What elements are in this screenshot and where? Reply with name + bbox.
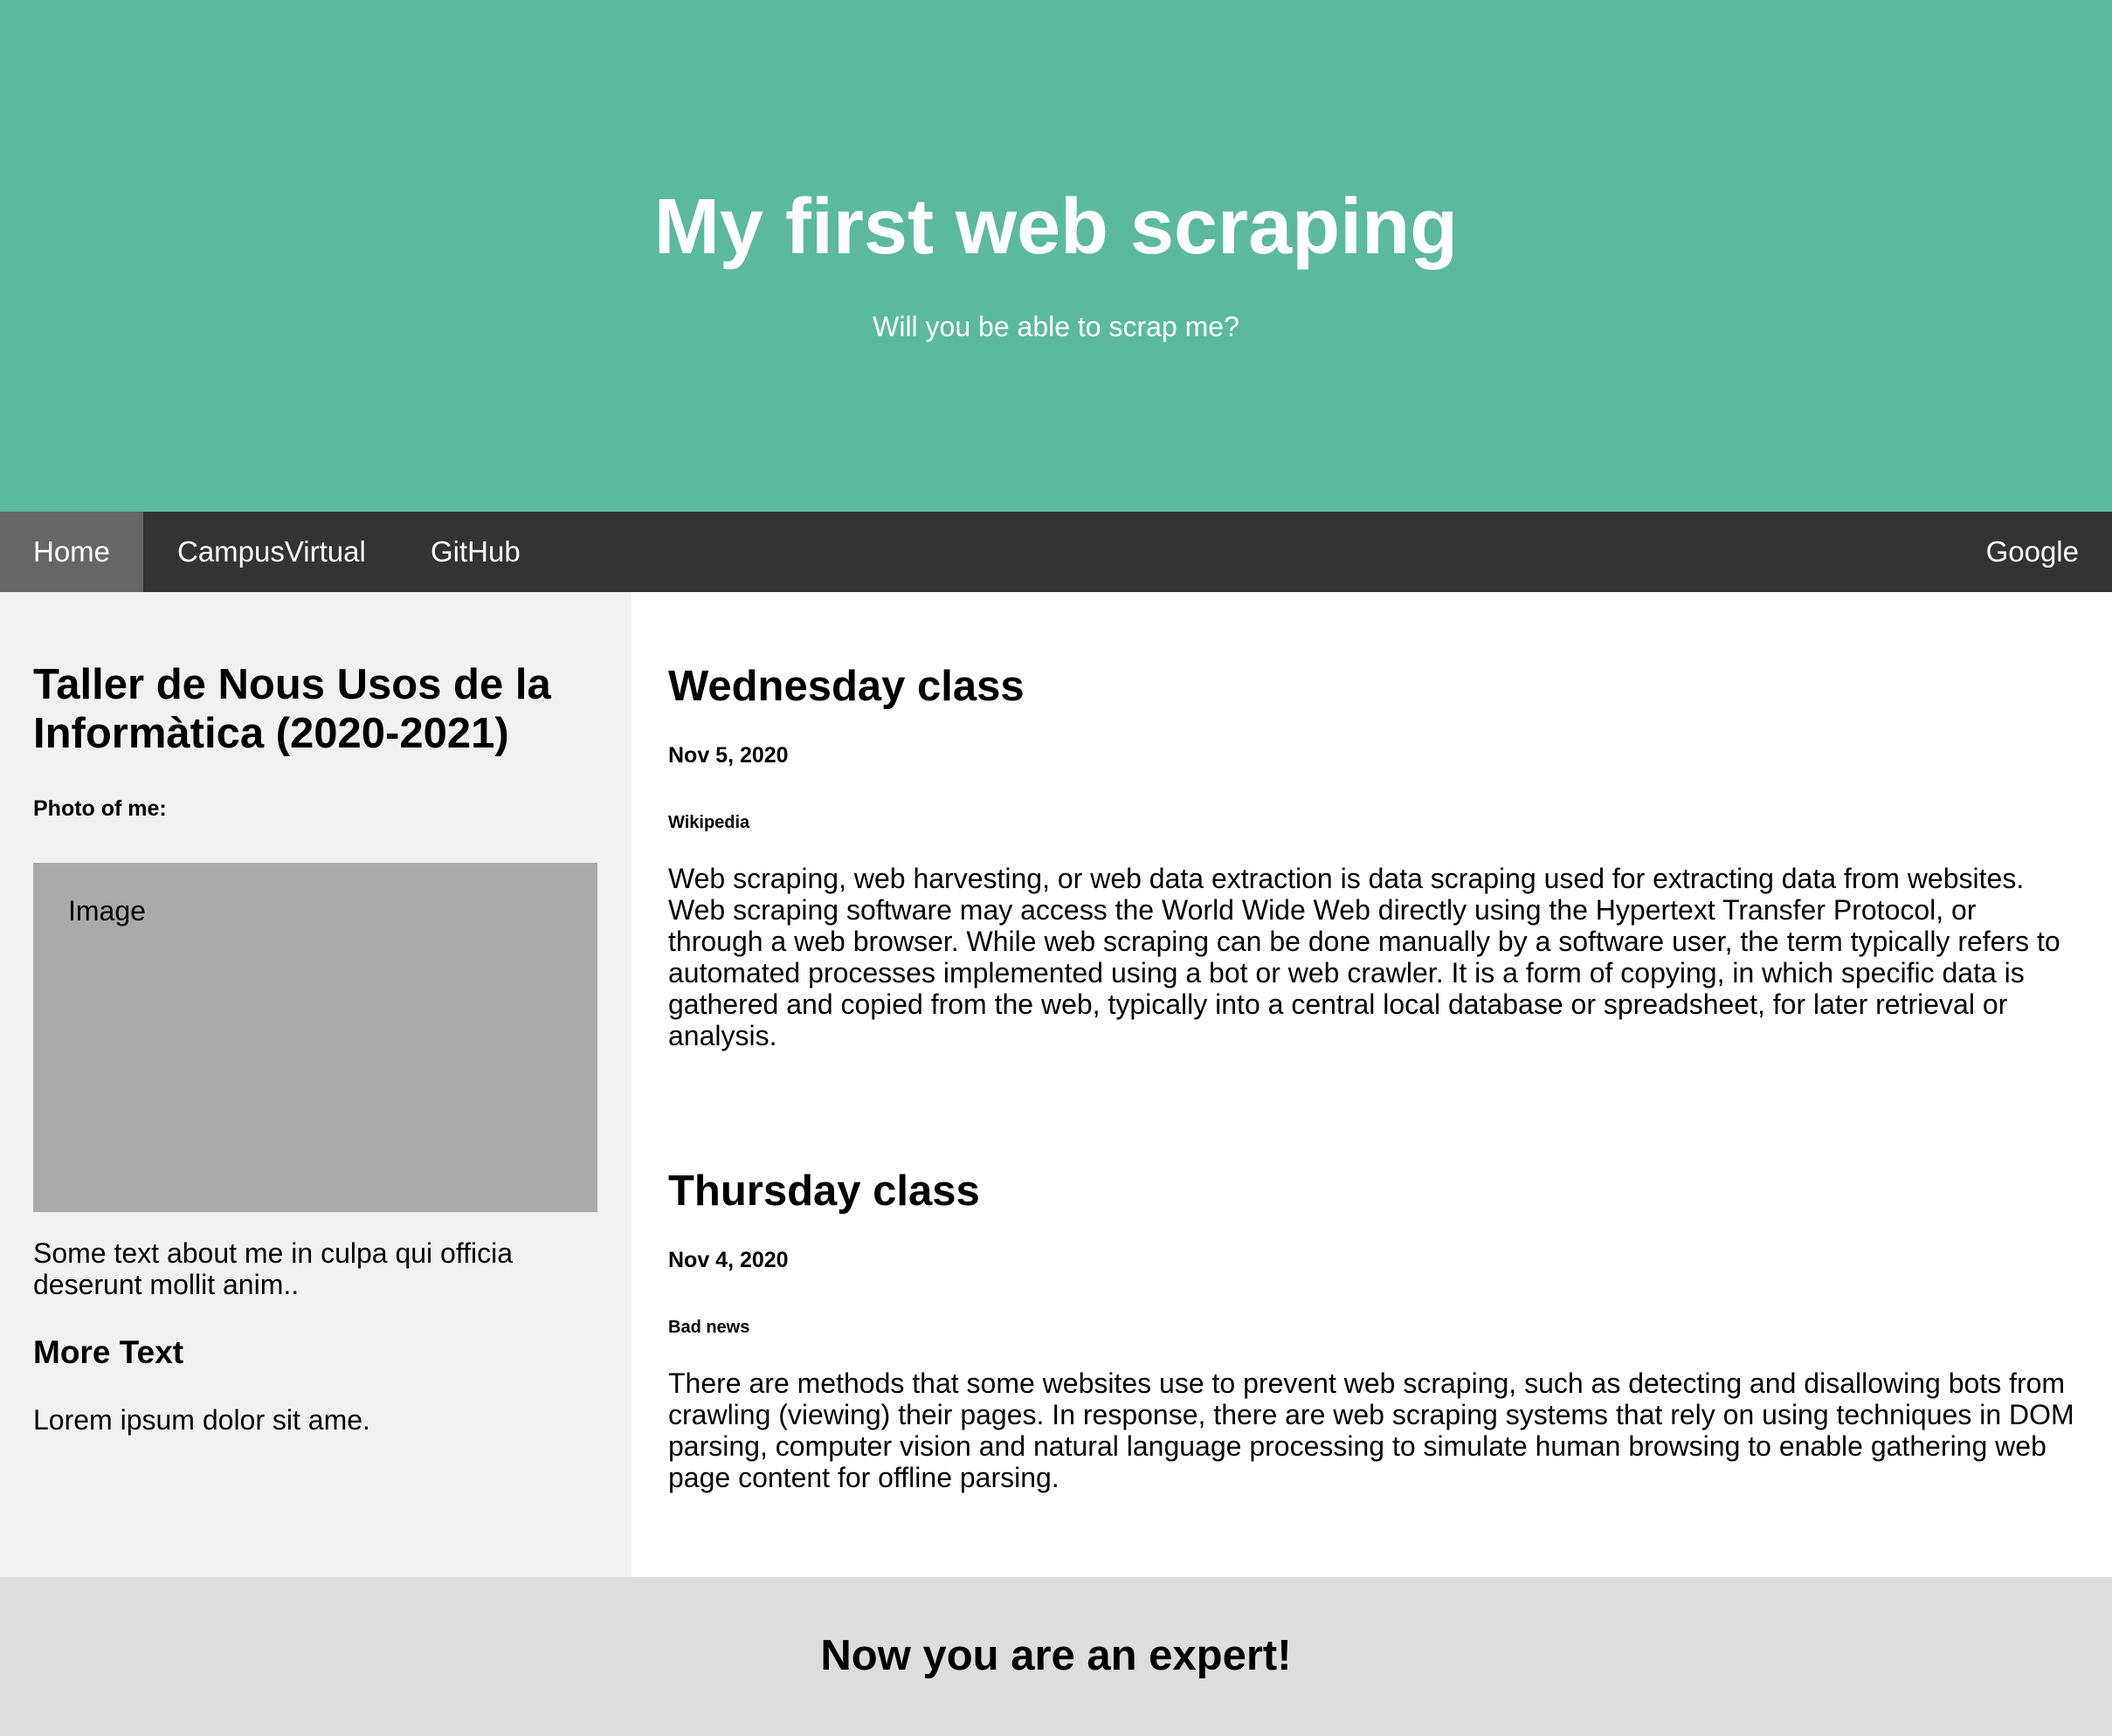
page-header: My first web scraping Will you be able t… [0,0,2112,512]
profile-image-placeholder: Image [33,863,597,1212]
post-body: There are methods that some websites use… [668,1367,2074,1493]
post-date: Nov 4, 2020 [668,1248,789,1272]
post-date: Nov 5, 2020 [668,743,789,768]
image-placeholder-label: Image [68,895,146,927]
about-text: Some text about me in culpa qui officia … [33,1237,514,1300]
page-title: My first web scraping [653,183,1459,271]
left-sidebar: Taller de Nous Usos de la Informàtica (2… [0,592,632,1577]
top-navbar: Home CampusVirtual GitHub Google [0,512,2112,592]
post-title: Thursday class [668,1168,980,1215]
nav-link-google[interactable]: Google [1986,512,2079,592]
post-tag: Bad news [668,1318,750,1337]
post-tag: Wikipedia [668,813,750,832]
page-subtitle: Will you be able to scrap me? [873,311,1239,342]
main-content: Wednesday class Nov 5, 2020 Wikipedia We… [632,592,2112,1577]
sidebar-title: Taller de Nous Usos de la Informàtica (2… [33,661,551,757]
more-text-body: Lorem ipsum dolor sit ame. [33,1404,370,1436]
post-title: Wednesday class [668,663,1025,710]
nav-link-github[interactable]: GitHub [431,512,521,592]
nav-link-home[interactable]: Home [0,512,143,592]
footer-text: Now you are an expert! [820,1632,1292,1679]
photo-label: Photo of me: [33,796,167,821]
nav-link-campusvirtual[interactable]: CampusVirtual [177,512,366,592]
page-footer: Now you are an expert! [0,1577,2112,1736]
post-body: Web scraping, web harvesting, or web dat… [668,863,2060,1051]
more-text-heading: More Text [33,1334,184,1370]
